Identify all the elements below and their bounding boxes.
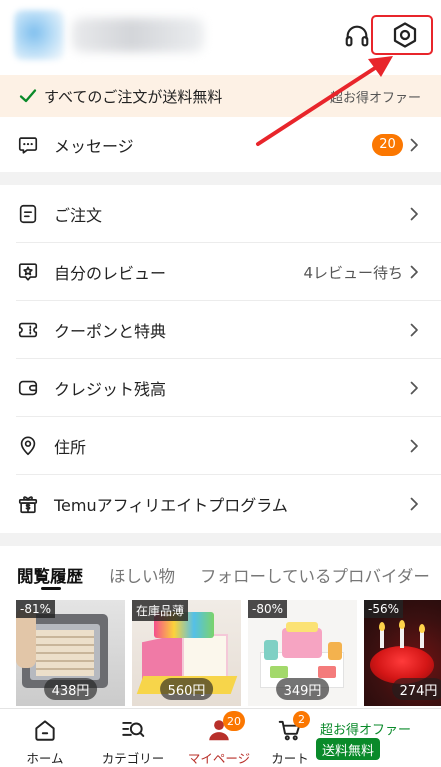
menu-item-label: クレジット残高: [54, 380, 167, 399]
banner-offer-link[interactable]: 超お得オファー: [330, 87, 421, 106]
banner-text: すべてのご注文が送料無料: [44, 87, 223, 106]
menu-item-affiliate-program[interactable]: Temuアフィリエイトプログラム: [0, 475, 441, 533]
menu-item-label: Temuアフィリエイトプログラム: [54, 496, 288, 515]
gear-icon: [393, 22, 417, 48]
nav-label: マイページ: [187, 751, 251, 766]
nav-promo-text[interactable]: 超お得オファー: [320, 719, 411, 738]
account-menu: ご注文 自分のレビュー 4レビュー待ち クーポンと特典 クレジット残高 住所 T…: [0, 185, 441, 533]
affiliate-gift-icon: [18, 496, 38, 514]
menu-item-label: メッセージ: [54, 136, 134, 156]
product-price: 438円: [43, 678, 98, 700]
message-count-badge: 20: [372, 133, 403, 156]
chevron-right-icon: [410, 323, 418, 337]
avatar[interactable]: [14, 10, 64, 60]
profile-header: [0, 0, 441, 75]
address-icon: [20, 436, 36, 456]
chevron-right-icon: [410, 207, 418, 221]
menu-item-reviews[interactable]: 自分のレビュー 4レビュー待ち: [0, 243, 441, 301]
credit-icon: [18, 380, 38, 396]
chevron-right-icon: [410, 138, 418, 151]
category-search-icon: [122, 721, 145, 737]
discount-badge: -56%: [364, 600, 404, 618]
review-icon: [18, 263, 38, 281]
chevron-right-icon: [410, 439, 418, 453]
section-divider: [0, 172, 441, 185]
product-price: 349円: [275, 678, 330, 700]
check-icon: [19, 89, 37, 103]
discount-badge: -81%: [16, 600, 56, 618]
message-icon: [18, 136, 38, 154]
nav-label: カート: [271, 751, 309, 766]
free-shipping-banner[interactable]: すべてのご注文が送料無料 超お得オファー: [0, 75, 441, 117]
my-page-badge: 20: [223, 711, 245, 731]
menu-item-label: 住所: [54, 438, 87, 457]
menu-item-orders[interactable]: ご注文: [0, 185, 441, 243]
tab-wishlist[interactable]: ほしい物: [109, 563, 175, 587]
menu-item-label: クーポンと特典: [54, 322, 167, 341]
stock-badge: 在庫品薄: [132, 600, 189, 621]
product-card[interactable]: -80% 349円: [248, 600, 357, 706]
product-card[interactable]: -56% 274円: [364, 600, 441, 706]
cart-count-badge: 2: [293, 711, 310, 728]
support-button[interactable]: [343, 22, 371, 50]
product-card[interactable]: -81% 438円: [16, 600, 125, 706]
product-price: 560円: [159, 678, 214, 700]
tab-browsing-history[interactable]: 閲覧履歴: [17, 563, 83, 587]
nav-categories[interactable]: カテゴリー: [93, 709, 173, 767]
username-blurred[interactable]: [72, 18, 204, 52]
order-icon: [19, 204, 37, 224]
chevron-right-icon: [410, 265, 418, 279]
product-card[interactable]: 在庫品薄 560円: [132, 600, 241, 706]
nav-label: ホーム: [26, 751, 64, 766]
tab-followed-providers[interactable]: フォローしているプロバイダー: [200, 563, 430, 587]
chevron-right-icon: [410, 497, 418, 511]
menu-item-credit-balance[interactable]: クレジット残高: [0, 359, 441, 417]
nav-home[interactable]: ホーム: [5, 709, 85, 767]
menu-item-address[interactable]: 住所: [0, 417, 441, 475]
coupon-icon: [18, 322, 38, 338]
menu-item-messages[interactable]: メッセージ 20: [0, 117, 441, 172]
menu-item-coupons[interactable]: クーポンと特典: [0, 301, 441, 359]
free-shipping-badge[interactable]: 送料無料: [316, 738, 381, 760]
discount-badge: -80%: [248, 600, 288, 618]
bottom-navigation: ホーム カテゴリー 20 マイページ 2 カート 超お得オファー 送料無料: [0, 708, 441, 767]
history-tabs: 閲覧履歴 ほしい物 フォローしているプロバイダー: [0, 546, 441, 598]
nav-label: カテゴリー: [101, 751, 165, 766]
nav-my-page[interactable]: 20 マイページ: [179, 709, 259, 767]
browsing-history-products: -81% 438円 在庫品薄 560円 -80% 349円 -56% 274円: [0, 600, 441, 706]
pending-reviews-text: 4レビュー待ち: [303, 263, 403, 282]
product-price: 274円: [391, 678, 441, 700]
menu-item-label: 自分のレビュー: [54, 264, 167, 283]
chevron-right-icon: [410, 381, 418, 395]
home-icon: [35, 720, 55, 741]
headset-icon: [345, 25, 369, 47]
menu-item-label: ご注文: [54, 206, 103, 225]
section-divider: [0, 533, 441, 546]
active-tab-indicator: [41, 587, 61, 590]
settings-button[interactable]: [390, 20, 420, 50]
